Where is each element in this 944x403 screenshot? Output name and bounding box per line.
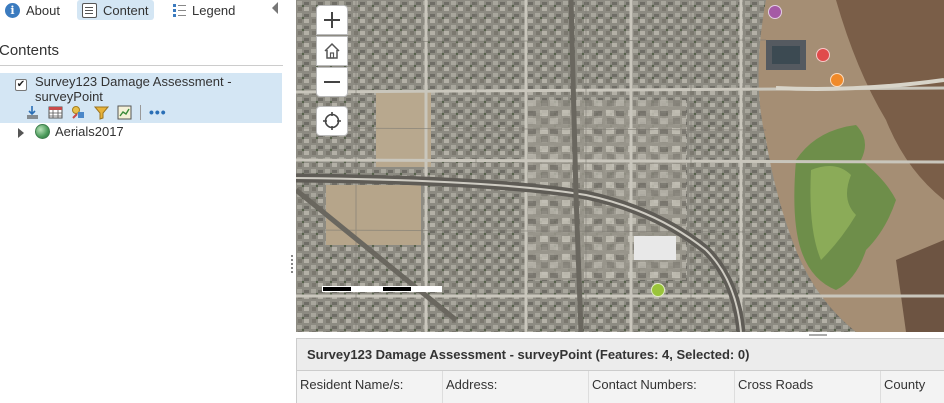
toolbar-divider (140, 104, 141, 120)
zoom-in-button[interactable] (316, 5, 348, 35)
table-columns: Resident Name/s: Address: Contact Number… (296, 371, 944, 403)
aerial-imagery (296, 0, 944, 332)
survey-point[interactable] (830, 73, 844, 87)
tab-content-label: Content (103, 2, 149, 18)
map-viewer-app: i About Content Legend Contents ✔ Survey… (0, 0, 944, 403)
locate-icon (323, 112, 341, 130)
divider (0, 65, 283, 66)
survey-point[interactable] (651, 283, 665, 297)
survey-point[interactable] (816, 48, 830, 62)
contents-heading: Contents (0, 42, 60, 59)
info-icon: i (5, 2, 20, 18)
column-header[interactable]: Address: (443, 371, 589, 403)
survey-point[interactable] (768, 5, 782, 19)
content-icon (82, 2, 97, 18)
expand-caret-icon[interactable] (18, 128, 24, 138)
layer-toolbar: ••• (25, 104, 167, 120)
plus-icon (324, 12, 340, 28)
layer-item-survey-label: Survey123 Damage Assessment - surveyPoin… (35, 74, 232, 104)
tab-about-label: About (26, 2, 60, 18)
home-icon (324, 42, 340, 59)
column-header[interactable]: Resident Name/s: (297, 371, 443, 403)
locate-button[interactable] (316, 106, 348, 136)
panel-resize-handle[interactable] (291, 255, 293, 273)
side-panel: i About Content Legend Contents ✔ Survey… (0, 0, 293, 403)
table-icon[interactable] (48, 105, 63, 120)
table-header: Survey123 Damage Assessment - surveyPoin… (296, 338, 944, 371)
minus-icon (324, 74, 340, 90)
zoom-out-button[interactable] (316, 67, 348, 97)
filter-icon[interactable] (93, 105, 110, 120)
column-header[interactable]: Contact Numbers: (589, 371, 735, 403)
globe-icon (35, 124, 50, 139)
table-resize-handle[interactable] (809, 334, 827, 336)
column-header[interactable]: Cross Roads (735, 371, 881, 403)
layer-item-aerials-label: Aerials2017 (55, 124, 124, 139)
tab-legend-label: Legend (192, 2, 236, 18)
scale-bar (322, 286, 442, 294)
layer-item-aerials[interactable]: Aerials2017 (0, 123, 282, 143)
home-button[interactable] (316, 36, 348, 66)
map-view[interactable] (296, 0, 944, 332)
panel-tabs: i About Content Legend (0, 0, 290, 20)
tab-content[interactable]: Content (77, 0, 154, 20)
tab-about[interactable]: i About (0, 0, 65, 20)
analysis-icon[interactable] (117, 105, 132, 120)
legend-icon (173, 3, 186, 18)
more-options-icon[interactable]: ••• (149, 105, 167, 119)
table-title: Survey123 Damage Assessment - surveyPoin… (307, 347, 750, 362)
attribute-table: Survey123 Damage Assessment - surveyPoin… (296, 332, 944, 403)
collapse-panel-icon[interactable] (272, 2, 278, 14)
layer-visibility-checkbox[interactable]: ✔ (15, 79, 27, 91)
tab-legend[interactable]: Legend (168, 0, 240, 20)
show-table-icon[interactable] (25, 105, 40, 120)
change-style-icon[interactable] (71, 105, 86, 120)
column-header[interactable]: County (881, 371, 944, 403)
